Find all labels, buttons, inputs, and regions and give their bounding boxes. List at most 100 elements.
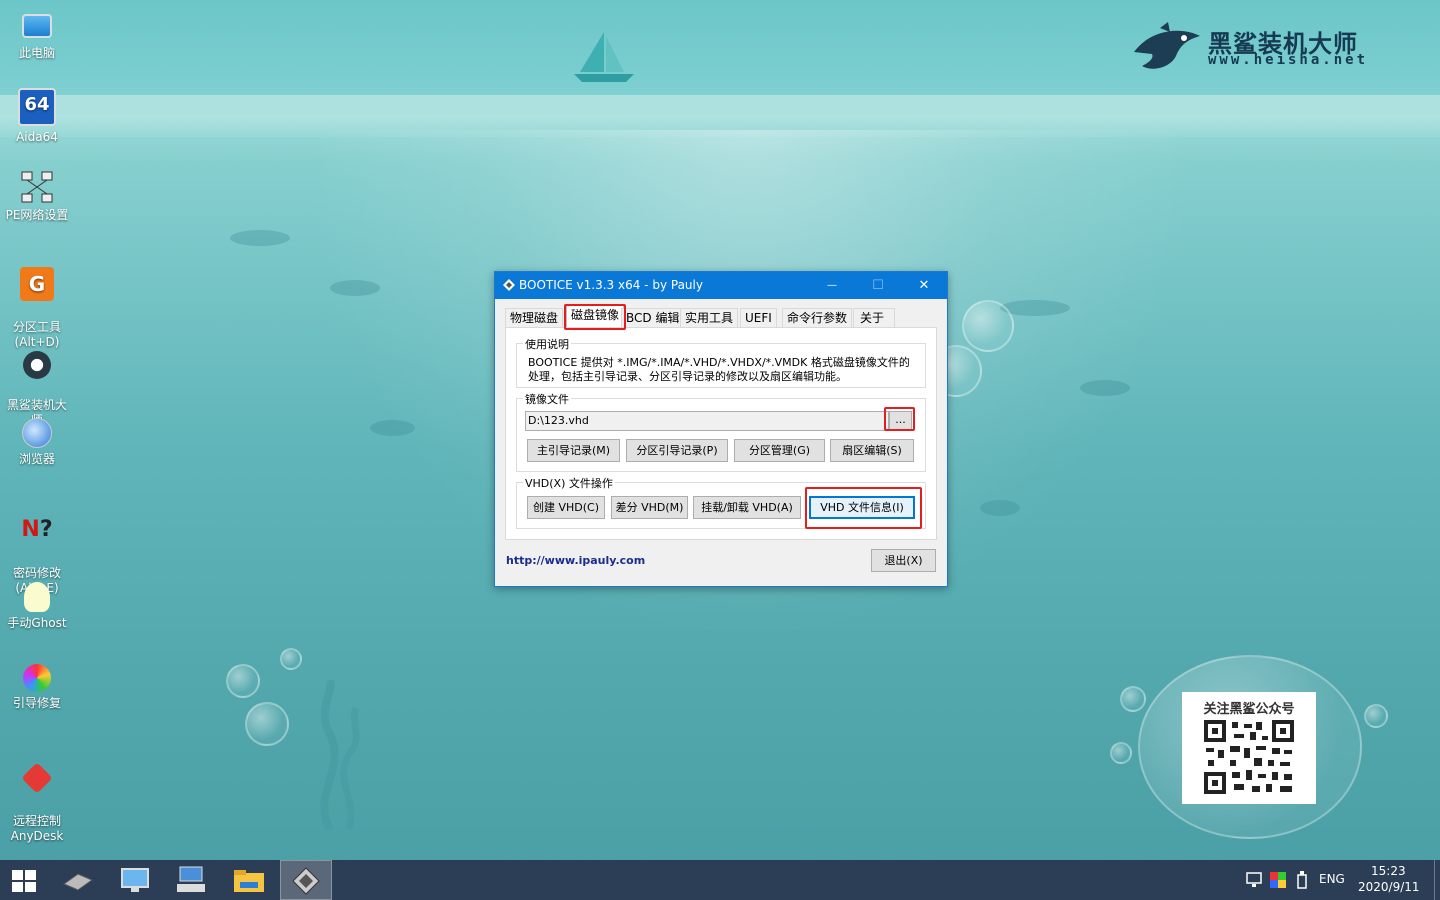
- desktop-icon-label: 浏览器: [18, 452, 55, 466]
- network-tray-icon[interactable]: [1246, 872, 1264, 888]
- fish-school: [1080, 380, 1130, 396]
- taskbar-app-explorer[interactable]: [224, 860, 272, 900]
- network-icon: [21, 171, 53, 203]
- heisha-logo: 黑鲨装机大师 www.heisha.net: [1130, 22, 1400, 82]
- tab-physical-disk[interactable]: 物理磁盘: [505, 308, 564, 328]
- clock-date[interactable]: 2020/9/11: [1358, 880, 1420, 894]
- diff-vhd-button[interactable]: 差分 VHD(M): [611, 496, 688, 519]
- minimize-button[interactable]: —: [809, 272, 855, 299]
- disk-image-panel: 使用说明 BOOTICE 提供对 *.IMG/*.IMA/*.VHD/*.VHD…: [505, 327, 937, 540]
- logo-url: www.heisha.net: [1208, 52, 1369, 68]
- usage-group: 使用说明 BOOTICE 提供对 *.IMG/*.IMA/*.VHD/*.VHD…: [516, 336, 926, 388]
- clock-time[interactable]: 15:23: [1371, 864, 1406, 878]
- taskbar-app-bootice[interactable]: [280, 860, 332, 900]
- bootice-taskbar-icon: [292, 867, 320, 895]
- usage-text-line2: 处理，包括主引导记录、分区引导记录的修改以及扇区编辑功能。: [528, 370, 847, 383]
- desktop-icon-anydesk[interactable]: 远程控制 AnyDesk: [0, 746, 74, 844]
- password-icon: N?: [21, 517, 53, 542]
- bootice-app-icon: [503, 279, 515, 291]
- sailboat-icon: [574, 32, 634, 82]
- aida64-icon: 64: [18, 88, 56, 126]
- desktop-icon-label: 引导修复: [12, 696, 61, 710]
- usage-label: 使用说明: [523, 336, 571, 352]
- tab-uefi[interactable]: UEFI: [740, 308, 777, 328]
- bubble: [1120, 686, 1146, 712]
- desktop-icon-ghost[interactable]: 手动Ghost: [0, 582, 74, 631]
- boot-repair-icon: [23, 664, 51, 692]
- start-button[interactable]: [0, 860, 48, 900]
- tab-utilities[interactable]: 实用工具: [680, 308, 739, 328]
- folder-icon: [234, 870, 264, 892]
- mbr-button[interactable]: 主引导记录(M): [527, 439, 620, 462]
- tab-about[interactable]: 关于: [853, 308, 896, 328]
- bubble: [962, 300, 1014, 352]
- vhd-ops-label: VHD(X) 文件操作: [523, 475, 615, 491]
- usb-tray-icon[interactable]: [1296, 871, 1308, 889]
- desktop-icon-label: 此电脑: [18, 46, 55, 60]
- fish-school: [980, 500, 1020, 516]
- tab-disk-image[interactable]: 磁盘镜像: [566, 305, 625, 328]
- tab-bcd-edit[interactable]: BCD 编辑: [621, 308, 685, 328]
- taskbar-app-disk[interactable]: [54, 860, 102, 900]
- bootice-window: BOOTICE v1.3.3 x64 - by Pauly — ☐ ✕ 物理磁盘…: [494, 271, 948, 587]
- shark-logo-icon: [1134, 22, 1200, 69]
- desktop-icon-label: Aida64: [16, 130, 58, 144]
- taskbar: ENG 15:23 2020/9/11: [0, 860, 1440, 900]
- desktop-icon-computer[interactable]: 此电脑: [0, 8, 74, 61]
- desktop-icon-label: 远程控制 AnyDesk: [10, 814, 64, 843]
- shark-icon: [23, 351, 51, 379]
- desktop-icon-heisha[interactable]: 黑鲨装机大 师: [0, 336, 74, 428]
- bubble: [245, 702, 289, 746]
- ghost-icon: [24, 582, 50, 612]
- windows-logo-icon: [12, 870, 36, 892]
- taskbar-app-computer[interactable]: [111, 860, 159, 900]
- tab-cmdline-params[interactable]: 命令行参数: [782, 308, 853, 328]
- partition-manage-button[interactable]: 分区管理(G): [734, 439, 825, 462]
- sector-edit-button[interactable]: 扇区编辑(S): [830, 439, 914, 462]
- mount-vhd-button[interactable]: 挂载/卸载 VHD(A): [693, 496, 801, 519]
- create-vhd-button[interactable]: 创建 VHD(C): [527, 496, 605, 519]
- taskbar-app-keyboard[interactable]: [166, 860, 214, 900]
- water-surface: [0, 95, 1440, 137]
- vhd-info-button[interactable]: VHD 文件信息(I): [809, 496, 915, 519]
- color-tray-icon[interactable]: [1270, 872, 1286, 888]
- qr-card: 关注黑鲨公众号: [1182, 692, 1316, 804]
- computer-icon: [22, 14, 52, 38]
- show-desktop-button[interactable]: [1434, 860, 1440, 900]
- keyboard-computer-icon: [177, 866, 205, 892]
- desktop-icon-aida64[interactable]: 64 Aida64: [0, 88, 74, 145]
- image-path-field[interactable]: D:\123.vhd: [525, 411, 889, 431]
- anydesk-icon: [21, 762, 53, 794]
- desktop-icon-network[interactable]: PE网络设置: [0, 170, 74, 223]
- bubble: [226, 664, 260, 698]
- seaweed: [320, 680, 360, 830]
- window-titlebar[interactable]: BOOTICE v1.3.3 x64 - by Pauly — ☐ ✕: [495, 272, 947, 299]
- browse-button[interactable]: ...: [889, 411, 912, 431]
- desktop-icon-boot-repair[interactable]: 引导修复: [0, 664, 74, 711]
- fish-school: [230, 230, 290, 246]
- vhd-ops-group: VHD(X) 文件操作 创建 VHD(C) 差分 VHD(M) 挂载/卸载 VH…: [516, 475, 926, 529]
- maximize-button[interactable]: ☐: [855, 272, 901, 299]
- desktop-icon-label: PE网络设置: [5, 208, 69, 222]
- close-button[interactable]: ✕: [901, 272, 947, 299]
- monitor-icon: [121, 868, 149, 892]
- author-link[interactable]: http://www.ipauly.com: [506, 554, 645, 567]
- qr-title: 关注黑鲨公众号: [1203, 702, 1295, 717]
- bubble: [1110, 742, 1132, 764]
- pbr-button[interactable]: 分区引导记录(P): [626, 439, 728, 462]
- bubble: [1364, 704, 1388, 728]
- image-file-label: 镜像文件: [523, 391, 571, 407]
- exit-button[interactable]: 退出(X): [871, 549, 936, 572]
- qr-code-icon: [1204, 720, 1294, 794]
- partition-tool-icon: G: [20, 267, 54, 301]
- window-title: BOOTICE v1.3.3 x64 - by Pauly: [519, 278, 703, 292]
- language-indicator[interactable]: ENG: [1319, 872, 1345, 886]
- fish-school: [370, 420, 415, 436]
- desktop-icon-label: 手动Ghost: [7, 616, 67, 630]
- bubble: [280, 648, 302, 670]
- fish-school: [330, 280, 380, 296]
- hard-disk-icon: [62, 873, 94, 891]
- browser-icon: [22, 418, 52, 448]
- desktop-icon-browser[interactable]: 浏览器: [0, 418, 74, 467]
- image-file-group: 镜像文件 D:\123.vhd ... 主引导记录(M) 分区引导记录(P) 分…: [516, 391, 926, 472]
